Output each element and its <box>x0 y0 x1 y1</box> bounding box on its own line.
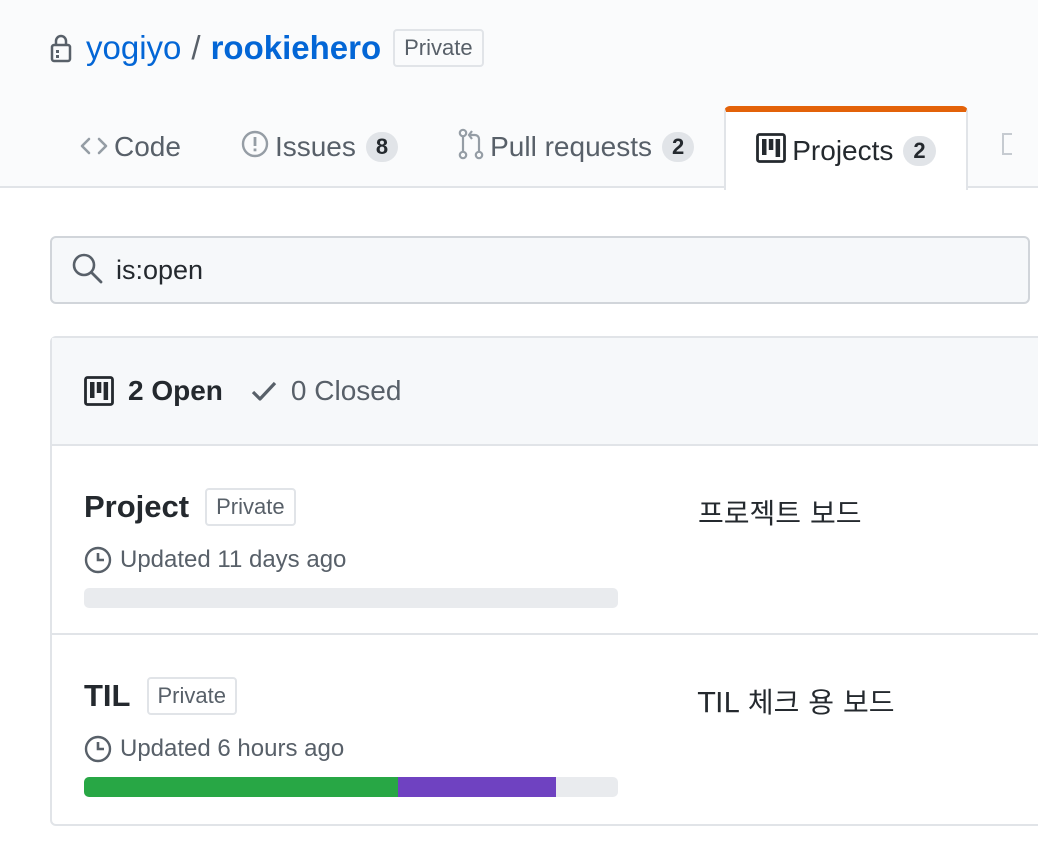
lock-icon <box>50 33 72 63</box>
project-name-link[interactable]: TIL <box>84 678 131 714</box>
issue-opened-icon <box>241 130 269 165</box>
repo-visibility-label: Private <box>393 29 484 67</box>
repo-header: yogiyo / rookiehero Private Code Issues … <box>0 0 1038 190</box>
tab-next-partial[interactable] <box>968 106 1018 188</box>
projects-list: 2 Open 0 Closed Project Private 프로젝트 보드 … <box>50 336 1038 826</box>
list-item: Project Private 프로젝트 보드 Updated 11 days … <box>52 446 1038 635</box>
issues-counter: 8 <box>365 132 399 162</box>
tab-issues[interactable]: Issues 8 <box>211 106 428 188</box>
repo-nav-tabs: Code Issues 8 Pull requests 2 Projects 2 <box>50 106 1018 190</box>
project-updated-text: Updated 6 hours ago <box>120 735 345 762</box>
project-search-field[interactable] <box>50 236 1030 304</box>
project-description: 프로젝트 보드 <box>698 497 862 530</box>
tab-projects[interactable]: Projects 2 <box>724 106 968 190</box>
project-progress-bar <box>84 777 618 797</box>
search-icon <box>70 251 116 290</box>
projects-counter: 2 <box>903 136 936 166</box>
tab-projects-label: Projects <box>792 135 894 166</box>
closed-count-label: 0 Closed <box>290 375 402 406</box>
project-icon <box>84 376 114 406</box>
clock-icon <box>84 546 112 574</box>
project-name-link[interactable]: Project <box>84 489 189 525</box>
closed-projects-filter[interactable]: 0 Closed <box>251 375 402 407</box>
code-icon <box>80 131 108 163</box>
repo-name-link[interactable]: rookiehero <box>211 29 382 67</box>
clock-icon <box>84 735 112 763</box>
projects-list-header: 2 Open 0 Closed <box>52 338 1038 446</box>
project-visibility-label: Private <box>146 677 237 715</box>
project-title-line: TIL Private <box>84 677 237 715</box>
git-pull-request-icon <box>458 128 484 167</box>
progress-in-progress-segment <box>397 777 557 797</box>
open-projects-filter[interactable]: 2 Open <box>84 375 223 407</box>
list-item: TIL Private TIL 체크 용 보드 Updated 6 hours … <box>52 635 1038 824</box>
tab-pull-requests-label: Pull requests <box>490 131 652 162</box>
book-icon <box>1001 131 1018 163</box>
project-description: TIL 체크 용 보드 <box>698 686 895 719</box>
repo-separator: / <box>191 29 201 66</box>
repo-title: yogiyo / rookiehero Private <box>50 26 484 70</box>
open-count-label: 2 Open <box>128 375 223 406</box>
project-progress-bar <box>84 588 618 608</box>
check-icon <box>251 381 277 401</box>
project-icon <box>756 132 787 170</box>
search-input[interactable] <box>116 254 996 286</box>
progress-done-segment <box>84 777 398 797</box>
project-updated-text: Updated 11 days ago <box>120 546 347 573</box>
project-updated: Updated 6 hours ago <box>84 735 344 763</box>
tab-code-label: Code <box>114 131 181 162</box>
tab-issues-label: Issues <box>274 131 356 162</box>
tab-pull-requests[interactable]: Pull requests 2 <box>428 106 724 188</box>
repo-owner-link[interactable]: yogiyo <box>86 29 181 67</box>
project-title-line: Project Private <box>84 488 296 526</box>
project-updated: Updated 11 days ago <box>84 546 346 574</box>
pull-requests-counter: 2 <box>662 132 695 162</box>
tab-code[interactable]: Code <box>50 106 211 188</box>
project-visibility-label: Private <box>205 488 296 526</box>
